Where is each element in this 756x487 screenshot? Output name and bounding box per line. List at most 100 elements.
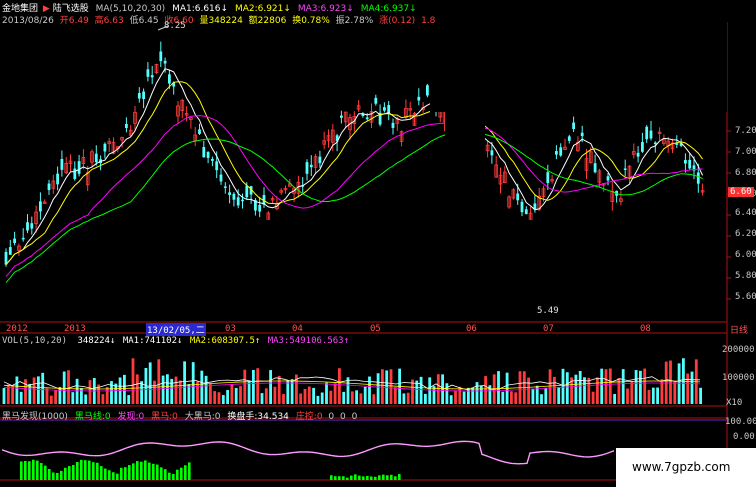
volume-bar [630,380,634,404]
volume-bar [428,377,432,404]
price-tick: 6.80 [735,168,756,178]
candle-body [546,172,550,183]
price-tick: 6.00 [735,250,756,260]
volume-bar [548,369,552,404]
volume-bar [342,391,346,404]
volume-bar [58,387,62,404]
price-tick: 5.80 [735,271,756,281]
quote-date: 2013/08/26 [2,16,54,26]
indicator-histogram-bar [84,460,87,480]
quote-high: 高6.63 [94,16,124,26]
indicator-histogram-bar [136,461,139,480]
indicator-histogram-bar [346,477,349,480]
indicator-histogram-bar [362,476,365,480]
indicator-item: 0 [351,412,358,422]
volume-bar [454,390,457,404]
candle-body [305,162,309,174]
candle-body [688,159,692,169]
volume-bar [596,377,599,404]
volume-bar [402,393,406,404]
indicator-item: 0 [340,412,346,422]
volume-bar [2,388,6,404]
indicator-histogram-bar [104,468,107,480]
volume-bar [475,382,479,404]
quote-amplitude: 振2.78% [335,16,374,26]
volume-bar [467,387,470,404]
volume-bar [634,370,638,404]
chart-mask [140,22,727,320]
volume-bar [673,380,677,404]
volume-bar [80,388,83,404]
volume-bar [561,368,565,404]
volume-bar [234,387,238,404]
candle-body [696,172,700,184]
indicator-histogram-bar [184,465,187,480]
candle-body [73,168,77,180]
blank-region [430,22,727,112]
volume-bar [316,395,320,404]
volume-bar [583,377,586,404]
candle-body [641,142,644,152]
candle-body [383,107,386,111]
volume-bars [2,358,702,404]
candle-body [426,85,429,96]
volume-ma2: MA2:608307.5↑ [189,336,261,346]
indicator-histogram-bar [148,462,151,480]
volume-bar [363,386,367,404]
candle-body [417,96,421,101]
volume-ma1: MA1:741102↓ [122,336,183,346]
indicator-histogram-bar [36,460,39,480]
indicator-title[interactable]: 黑马发现(1000) [2,412,68,422]
volume-bar [376,373,380,404]
quote-change: 涨(0.12) [379,16,416,26]
candle-body [146,69,150,77]
volume-bar [613,394,616,404]
time-label: 2013 [64,324,86,334]
candle-body [56,173,59,185]
indicator-histogram-bar [76,461,79,480]
time-label: 07 [543,324,554,334]
candle-body [516,193,520,201]
volume-bar [574,374,578,404]
volume-bar [84,394,88,404]
indicator-item: 黑马:0 [151,412,178,422]
volume-bar [226,390,229,404]
candle-body [567,136,571,141]
candle-body [365,117,369,120]
volume-bar [557,387,561,404]
indicator-histogram-bar [350,475,353,480]
volume-bar [591,391,595,404]
candle-body [13,238,16,243]
quote-row: 2013/08/26 开6.49 高6.63 低6.45 收6.60 量3482… [2,13,435,26]
candle-body [309,164,313,168]
candle-body [236,197,240,206]
candle-body [8,247,12,255]
candle-body [125,123,128,128]
volume-bar [217,392,221,404]
volume-bar [221,395,225,404]
candle-body [219,174,223,182]
volume-bar [419,376,423,404]
volume-bar [282,393,285,404]
volume-bar [157,359,161,404]
last-price-badge: 6.60 [728,187,754,197]
volume-bar [544,387,548,404]
watermark-box: www.7gpzb.com [616,448,756,487]
candle-body [593,163,597,173]
period-label[interactable]: 日线 [730,323,748,336]
volume-bar [432,386,436,404]
candle-body [206,151,210,158]
candle-body [340,115,343,118]
candle-body [30,223,34,229]
volume-bar [587,377,591,404]
volume-bar [320,392,324,404]
volume-bar [200,370,204,404]
volume-bar [148,362,152,404]
volume-bar [462,391,466,404]
candle-body [150,75,154,78]
volume-bar [49,395,53,404]
candle-body [241,199,244,202]
volume-bar [127,395,131,404]
volume-bar [243,369,247,404]
volume-bar [19,391,23,404]
